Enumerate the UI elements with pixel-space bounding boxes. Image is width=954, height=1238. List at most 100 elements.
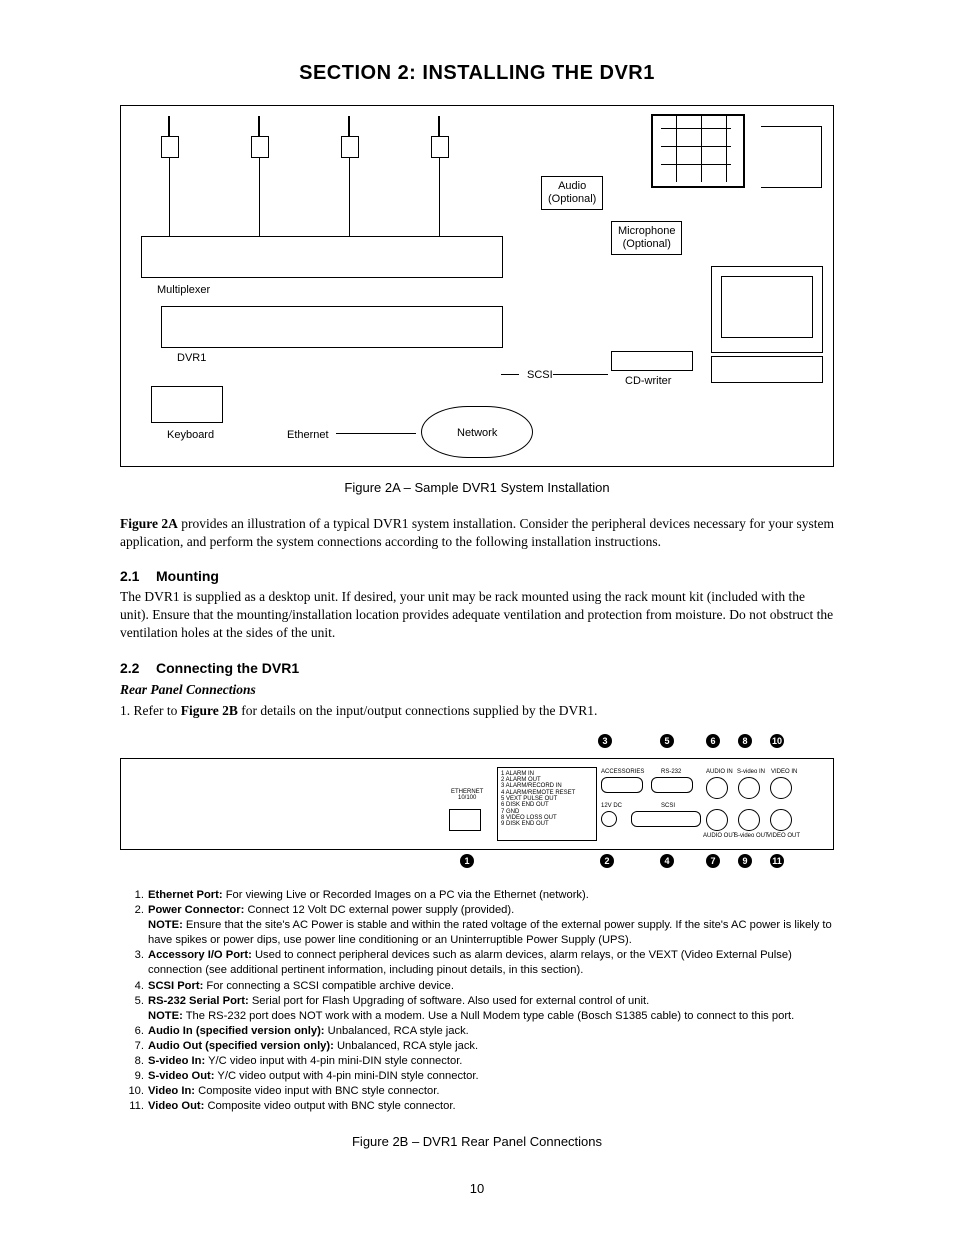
callout-4: 4 — [660, 854, 674, 868]
callout-8: 8 — [738, 734, 752, 748]
figure-2b-diagram: ETHERNET 10/100 1 ALARM IN 2 ALARM OUT 3… — [120, 758, 834, 850]
heading-2-2: 2.2Connecting the DVR1 — [120, 659, 834, 678]
callout-11: 11 — [770, 854, 784, 868]
callout-2: 2 — [600, 854, 614, 868]
legend-term: Audio Out (specified version only): — [148, 1040, 334, 1052]
legend-index: 10. — [120, 1084, 148, 1099]
legend-index: 3. — [120, 948, 148, 963]
heading-rear-panel: Rear Panel Connections — [120, 681, 834, 699]
legend-row: 9.S-video Out: Y/C video output with 4-p… — [120, 1069, 834, 1084]
legend-row: 10.Video In: Composite video input with … — [120, 1084, 834, 1099]
callout-7: 7 — [706, 854, 720, 868]
intro-text: provides an illustration of a typical DV… — [120, 516, 834, 549]
legend-term: Video Out: — [148, 1100, 204, 1112]
legend-index: 6. — [120, 1024, 148, 1039]
callouts-top: 3 5 6 8 10 — [120, 734, 834, 754]
panel-scsi: SCSI — [661, 803, 675, 809]
legend-desc: Composite video input with BNC style con… — [195, 1085, 439, 1097]
callout-1: 1 — [460, 854, 474, 868]
legend-desc: Unbalanced, RCA style jack. — [325, 1025, 469, 1037]
figure-2a-diagram: Multiplexer DVR1 Keyboard Ethernet Netwo… — [120, 105, 834, 467]
label-microphone: Microphone (Optional) — [611, 221, 682, 255]
legend-note: NOTE: Ensure that the site's AC Power is… — [148, 918, 834, 948]
figure-2b-legend: 1.Ethernet Port: For viewing Live or Rec… — [120, 888, 834, 1115]
callout-6: 6 — [706, 734, 720, 748]
callout-10: 10 — [770, 734, 784, 748]
legend-term: Power Connector: — [148, 904, 244, 916]
legend-text: Audio In (specified version only): Unbal… — [148, 1024, 834, 1039]
callout-3: 3 — [598, 734, 612, 748]
legend-index: 11. — [120, 1099, 148, 1114]
heading-2-1-title: Mounting — [156, 568, 219, 584]
legend-row: 3.Accessory I/O Port: Used to connect pe… — [120, 948, 834, 978]
callouts-bottom: 1 2 4 7 9 11 — [120, 854, 834, 876]
heading-2-2-num: 2.2 — [120, 659, 156, 678]
label-multiplexer: Multiplexer — [151, 281, 216, 300]
legend-term: Video In: — [148, 1085, 195, 1097]
panel-videoin: VIDEO IN — [771, 769, 797, 775]
legend-row: 1.Ethernet Port: For viewing Live or Rec… — [120, 888, 834, 903]
legend-desc: Unbalanced, RCA style jack. — [334, 1040, 478, 1052]
sec21-body: The DVR1 is supplied as a desktop unit. … — [120, 588, 834, 643]
legend-text: S-video In: Y/C video input with 4-pin m… — [148, 1054, 834, 1069]
step1-post: for details on the input/output connecti… — [238, 703, 598, 718]
legend-term: RS-232 Serial Port: — [148, 995, 249, 1007]
legend-row: 2.Power Connector: Connect 12 Volt DC ex… — [120, 903, 834, 948]
label-network: Network — [451, 424, 503, 443]
legend-text: RS-232 Serial Port: Serial port for Flas… — [148, 994, 834, 1024]
heading-2-1: 2.1Mounting — [120, 567, 834, 586]
legend-text: Power Connector: Connect 12 Volt DC exte… — [148, 903, 834, 948]
panel-videoout: VIDEO OUT — [767, 833, 800, 839]
panel-ethernet-label: ETHERNET 10/100 — [451, 789, 483, 802]
legend-term: S-video Out: — [148, 1070, 215, 1082]
panel-rs232: RS-232 — [661, 769, 681, 775]
label-dvr1: DVR1 — [171, 349, 212, 368]
legend-text: Video In: Composite video input with BNC… — [148, 1084, 834, 1099]
legend-term: Accessory I/O Port: — [148, 949, 252, 961]
legend-desc: Y/C video output with 4-pin mini-DIN sty… — [215, 1070, 479, 1082]
panel-svideoout: S-video OUT — [734, 833, 769, 839]
label-cdwriter: CD-writer — [619, 372, 677, 391]
legend-desc: Y/C video input with 4-pin mini-DIN styl… — [205, 1055, 462, 1067]
legend-index: 2. — [120, 903, 148, 918]
legend-desc: For connecting a SCSI compatible archive… — [203, 980, 454, 992]
legend-text: SCSI Port: For connecting a SCSI compati… — [148, 979, 834, 994]
label-audio: Audio (Optional) — [541, 176, 603, 210]
legend-text: Accessory I/O Port: Used to connect peri… — [148, 948, 834, 978]
panel-acc: ACCESSORIES — [601, 769, 644, 775]
callout-9: 9 — [738, 854, 752, 868]
callout-5: 5 — [660, 734, 674, 748]
heading-2-1-num: 2.1 — [120, 567, 156, 586]
heading-2-2-title: Connecting the DVR1 — [156, 660, 299, 676]
legend-desc: Composite video output with BNC style co… — [204, 1100, 455, 1112]
step1-pre: 1. Refer to — [120, 703, 181, 718]
intro-paragraph: Figure 2A provides an illustration of a … — [120, 515, 834, 551]
section-title: SECTION 2: INSTALLING THE DVR1 — [120, 60, 834, 87]
legend-index: 1. — [120, 888, 148, 903]
legend-text: Audio Out (specified version only): Unba… — [148, 1039, 834, 1054]
legend-term: S-video In: — [148, 1055, 205, 1067]
legend-index: 5. — [120, 994, 148, 1009]
label-scsi: SCSI — [521, 366, 559, 385]
legend-index: 9. — [120, 1069, 148, 1084]
panel-pins: 1 ALARM IN 2 ALARM OUT 3 ALARM/RECORD IN… — [501, 771, 575, 828]
page-number: 10 — [120, 1180, 834, 1198]
legend-row: 8.S-video In: Y/C video input with 4-pin… — [120, 1054, 834, 1069]
label-ethernet: Ethernet — [281, 426, 335, 445]
legend-row: 4.SCSI Port: For connecting a SCSI compa… — [120, 979, 834, 994]
legend-index: 7. — [120, 1039, 148, 1054]
legend-term: Ethernet Port: — [148, 889, 223, 901]
panel-audioin: AUDIO IN — [706, 769, 733, 775]
legend-note: NOTE: The RS-232 port does NOT work with… — [148, 1009, 834, 1024]
panel-svideoin: S-video IN — [737, 769, 765, 775]
legend-row: 6.Audio In (specified version only): Unb… — [120, 1024, 834, 1039]
intro-figref: Figure 2A — [120, 516, 178, 531]
legend-index: 4. — [120, 979, 148, 994]
legend-text: S-video Out: Y/C video output with 4-pin… — [148, 1069, 834, 1084]
legend-desc: Connect 12 Volt DC external power supply… — [244, 904, 514, 916]
legend-text: Ethernet Port: For viewing Live or Recor… — [148, 888, 834, 903]
legend-row: 7.Audio Out (specified version only): Un… — [120, 1039, 834, 1054]
figure-2b-caption: Figure 2B – DVR1 Rear Panel Connections — [120, 1133, 834, 1151]
label-keyboard: Keyboard — [161, 426, 220, 445]
panel-audioout: AUDIO OUT — [703, 833, 736, 839]
